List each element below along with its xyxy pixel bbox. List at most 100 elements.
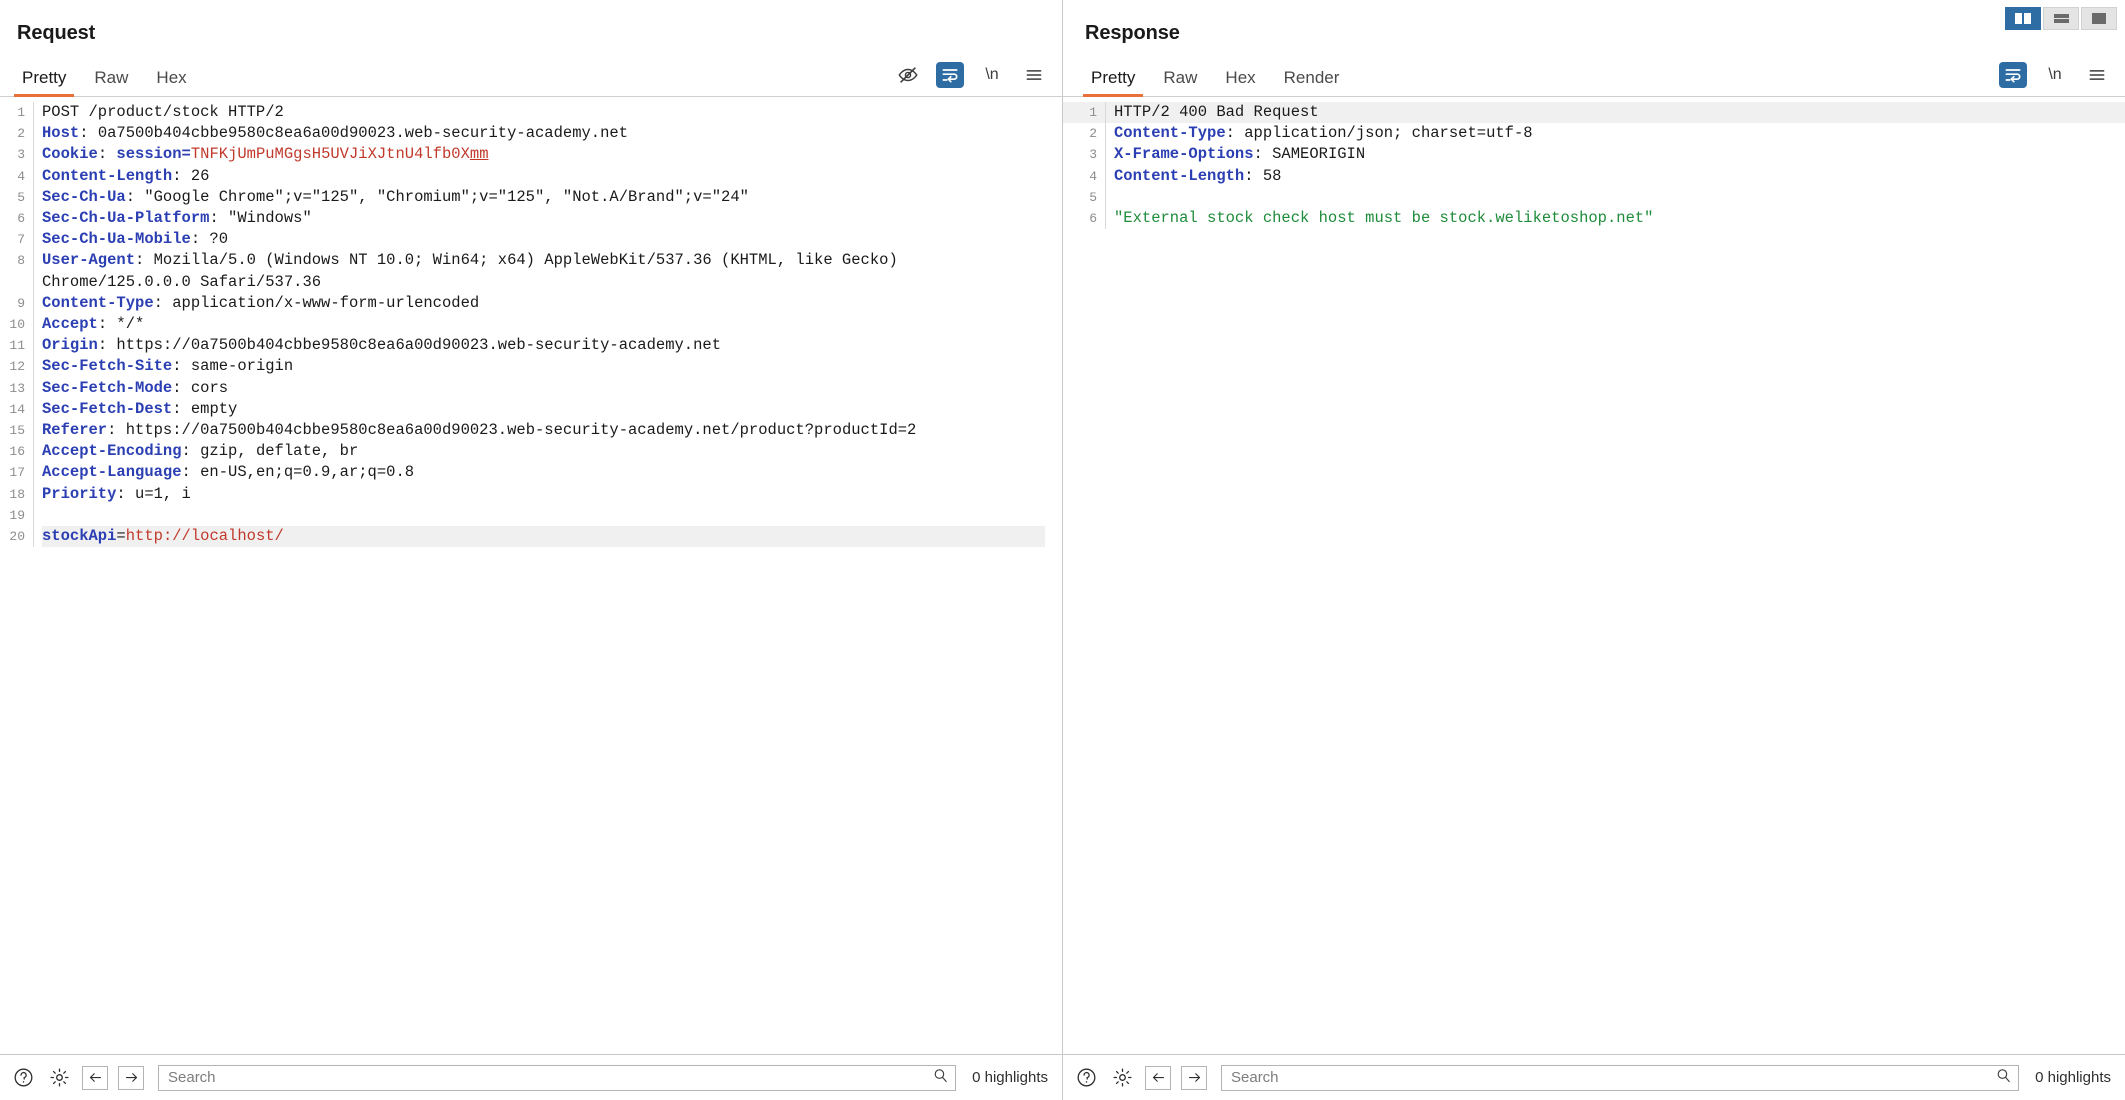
- word-wrap-icon[interactable]: [1999, 62, 2027, 88]
- code-line: 9 Content-Type: application/x-www-form-ur…: [0, 292, 1062, 315]
- response-tab-raw[interactable]: Raw: [1149, 68, 1211, 96]
- gutter-divider: [33, 144, 34, 166]
- search-icon[interactable]: [932, 1067, 949, 1089]
- help-icon[interactable]: [10, 1065, 36, 1091]
- code-line-text: HTTP/2 400 Bad Request: [1114, 102, 2125, 123]
- code-line-text: Sec-Fetch-Mode: cors: [42, 378, 1062, 399]
- search-back-button[interactable]: [1145, 1065, 1171, 1090]
- request-tab-pretty[interactable]: Pretty: [8, 68, 80, 97]
- code-token: POST /product/stock HTTP/2: [42, 103, 284, 121]
- request-statusbar: 0 highlights: [0, 1054, 1062, 1100]
- code-line: 5: [1063, 186, 2125, 209]
- line-number: 3: [1089, 147, 1097, 163]
- code-line: 16 Accept-Encoding: gzip, deflate, br: [0, 441, 1062, 463]
- code-token: Origin: [42, 336, 98, 355]
- help-icon[interactable]: [1073, 1065, 1099, 1091]
- code-line: 13 Sec-Fetch-Mode: cors: [0, 377, 1062, 399]
- code-token: stockApi: [42, 527, 117, 546]
- request-editor[interactable]: 1 POST /product/stock HTTP/2 2 Host: 0a7500…: [0, 97, 1062, 1054]
- code-token: TNFKjUmPuMGgsH5UVJiXJtnU4lfb0X: [190, 145, 470, 164]
- code-token: Cookie: [42, 145, 98, 164]
- gutter-divider: [33, 165, 34, 187]
- line-number: 16: [9, 444, 25, 460]
- search-icon[interactable]: [1995, 1067, 2012, 1089]
- line-number: 2: [1089, 126, 1097, 142]
- newline-icon[interactable]: \n: [2041, 62, 2069, 88]
- side-by-side-layout-button[interactable]: [2005, 7, 2041, 30]
- search-input[interactable]: [1231, 1069, 1996, 1086]
- code-token: Sec-Ch-Ua-Mobile: [42, 230, 191, 249]
- code-line: 20 stockApi=http://localhost/: [0, 526, 1062, 548]
- code-line: 6 "External stock check host must be stoc…: [1063, 208, 2125, 230]
- code-line: 1 HTTP/2 400 Bad Request: [1063, 102, 2125, 124]
- code-token: User-Agent: [42, 251, 136, 270]
- search-forward-button[interactable]: [118, 1065, 144, 1090]
- search-input[interactable]: [168, 1069, 933, 1086]
- word-wrap-icon[interactable]: [936, 62, 964, 88]
- gutter-divider: [33, 398, 34, 421]
- code-token: : Mozilla/5.0 (Windows NT 10.0; Win64; x…: [42, 251, 908, 291]
- gutter-divider: [33, 229, 34, 251]
- response-editor[interactable]: 1 HTTP/2 400 Bad Request 2 Content-Type: ap…: [1063, 97, 2125, 1054]
- code-token: Content-Type: [42, 293, 154, 312]
- code-line: 6 Sec-Ch-Ua-Platform: "Windows": [0, 208, 1062, 230]
- code-token: Sec-Ch-Ua-Platform: [42, 209, 210, 228]
- menu-icon[interactable]: [1020, 62, 1048, 88]
- line-number: 5: [17, 189, 25, 205]
- gutter-divider: [1105, 165, 1106, 187]
- response-tab-hex[interactable]: Hex: [1211, 68, 1269, 96]
- search-back-button[interactable]: [82, 1065, 108, 1090]
- code-line: 5 Sec-Ch-Ua: "Google Chrome";v="125", "Ch…: [0, 186, 1062, 209]
- request-tab-raw[interactable]: Raw: [80, 68, 142, 96]
- gutter-divider: [33, 504, 34, 527]
- request-tab-hex[interactable]: Hex: [142, 68, 200, 96]
- gear-icon[interactable]: [1109, 1065, 1135, 1091]
- code-token: : application/json; charset=utf-8: [1225, 124, 1533, 143]
- newline-icon[interactable]: \n: [978, 62, 1006, 88]
- line-number: 20: [9, 529, 25, 545]
- response-code[interactable]: 1 HTTP/2 400 Bad Request 2 Content-Type: ap…: [1063, 97, 2125, 230]
- code-line-text: Priority: u=1, i: [42, 484, 1062, 505]
- stacked-layout-button[interactable]: [2043, 7, 2079, 30]
- gutter-divider: [33, 377, 34, 399]
- code-token: Host: [42, 124, 80, 143]
- eye-off-icon[interactable]: [894, 62, 922, 88]
- gutter-divider: [33, 186, 34, 209]
- code-token: : https://0a7500b404cbbe9580c8ea6a00d900…: [97, 336, 722, 355]
- response-tabbar: Pretty Raw Hex Render \n: [1063, 55, 2125, 97]
- code-line-text: Referer: https://0a7500b404cbbe9580c8ea6…: [42, 420, 1062, 441]
- code-token: Accept-Language: [42, 463, 182, 482]
- response-tab-render[interactable]: Render: [1270, 68, 1354, 96]
- request-code[interactable]: 1 POST /product/stock HTTP/2 2 Host: 0a7500…: [0, 97, 1062, 548]
- response-tab-pretty[interactable]: Pretty: [1077, 68, 1149, 97]
- response-search-box[interactable]: [1221, 1064, 2020, 1091]
- code-token: X-Frame-Options: [1114, 145, 1254, 164]
- code-token: Sec-Ch-Ua: [42, 187, 126, 206]
- request-search-box[interactable]: [158, 1064, 957, 1091]
- gear-icon[interactable]: [46, 1065, 72, 1091]
- line-number: 1: [1089, 105, 1097, 120]
- code-token: : 26: [172, 166, 210, 185]
- single-layout-button[interactable]: [2081, 7, 2117, 30]
- request-panel: Request Pretty Raw Hex \n 1 POST /produc…: [0, 0, 1063, 1100]
- code-token: : application/x-www-form-urlencoded: [153, 293, 480, 312]
- code-line-text: Content-Type: application/x-www-form-url…: [42, 293, 1062, 314]
- code-line-text: stockApi=http://localhost/: [42, 526, 1062, 548]
- code-token: =: [116, 527, 126, 546]
- code-token: : SAMEORIGIN: [1253, 145, 1366, 164]
- gutter-divider: [1105, 123, 1106, 145]
- line-number: 12: [9, 359, 25, 375]
- code-token: : gzip, deflate, br: [181, 442, 359, 461]
- code-token: Content-Type: [1114, 124, 1226, 143]
- search-forward-button[interactable]: [1181, 1065, 1207, 1090]
- menu-icon[interactable]: [2083, 62, 2111, 88]
- line-number: 18: [9, 486, 25, 502]
- single-layout-icon: [2092, 13, 2106, 24]
- gutter-divider: [1105, 102, 1106, 124]
- stacked-layout-icon: [2053, 13, 2069, 24]
- code-line-text: Accept-Encoding: gzip, deflate, br: [42, 441, 1062, 462]
- line-number: 13: [9, 380, 25, 396]
- code-line-text: Cookie: session=TNFKjUmPuMGgsH5UVJiXJtnU…: [42, 144, 1062, 165]
- line-number: 1: [17, 105, 25, 120]
- response-panel-title: Response: [1085, 22, 1180, 44]
